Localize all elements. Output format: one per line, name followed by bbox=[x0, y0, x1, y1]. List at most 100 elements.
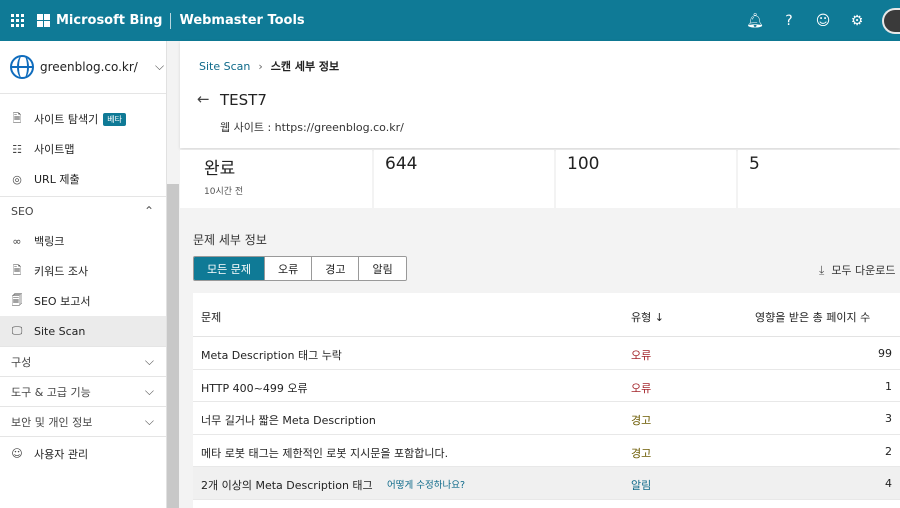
table-row[interactable]: 2개 이상의 Meta Description 태그 어떻게 수정하나요? 알림… bbox=[193, 467, 900, 500]
filter-notices[interactable]: 알림 bbox=[358, 257, 406, 280]
how-to-fix-link[interactable]: 어떻게 수정하나요? bbox=[387, 477, 465, 491]
issue-name[interactable]: HTTP 400~499 오류 bbox=[201, 380, 308, 396]
smiley-icon[interactable]: ☺ bbox=[806, 13, 840, 29]
sidebar-item-url-submit[interactable]: ◎ URL 제출 bbox=[0, 164, 166, 194]
sidebar: greenblog.co.kr/ ⌵ 🗎︎ 사이트 탐색기 베타 ☷ 사이트맵 … bbox=[0, 41, 167, 508]
section-seo[interactable]: SEO ⌃ bbox=[0, 196, 166, 226]
issue-type: 오류 bbox=[631, 381, 652, 395]
table-row[interactable]: 메타 로봇 태그는 제한적인 로봇 지시문을 포함합니다. 경고 2 bbox=[193, 435, 900, 467]
sidebar-item-label: 키워드 조사 bbox=[34, 265, 89, 278]
download-icon: ⤓ bbox=[819, 262, 825, 277]
chevron-down-icon[interactable]: ⌵ bbox=[145, 414, 154, 429]
sidebar-item-user-management[interactable]: ☺ 사용자 관리 bbox=[0, 436, 166, 470]
section-label: SEO bbox=[11, 205, 34, 218]
col-type[interactable]: 유형 ↓ bbox=[631, 309, 664, 325]
breadcrumb-site-scan-link[interactable]: Site Scan bbox=[199, 60, 250, 73]
stat-1: 644 bbox=[374, 150, 554, 208]
chevron-down-icon[interactable]: ⌵ bbox=[155, 59, 166, 74]
issues-section-title: 문제 세부 정보 bbox=[193, 233, 267, 247]
chevron-down-icon[interactable]: ⌵ bbox=[145, 384, 154, 399]
brand-divider bbox=[170, 12, 172, 29]
issue-pages: 1 bbox=[885, 379, 892, 393]
section-security[interactable]: 보안 및 개인 정보 ⌵ bbox=[0, 406, 166, 436]
filter-warnings[interactable]: 경고 bbox=[311, 257, 359, 280]
beta-badge: 베타 bbox=[103, 112, 126, 126]
table-row[interactable]: 너무 길거나 짧은 Meta Description 경고 3 bbox=[193, 402, 900, 435]
col-issue[interactable]: 문제 bbox=[201, 309, 221, 325]
report-icon: 🗐︎ bbox=[11, 293, 23, 307]
section-label: 도구 & 고급 기능 bbox=[11, 385, 91, 399]
sidebar-item-keyword-research[interactable]: 🗎︎ 키워드 조사 bbox=[0, 256, 166, 286]
avatar[interactable] bbox=[882, 7, 900, 34]
sidebar-item-label: SEO 보고서 bbox=[34, 295, 91, 308]
microsoft-logo-icon bbox=[37, 14, 50, 27]
breadcrumb: Site Scan › 스캔 세부 정보 bbox=[199, 58, 339, 74]
filter-errors[interactable]: 오류 bbox=[263, 257, 312, 280]
bell-icon[interactable]: 🔔︎ bbox=[738, 13, 772, 29]
issue-type: 경고 bbox=[631, 414, 652, 427]
stat-3: 5 bbox=[738, 150, 900, 208]
back-arrow-icon[interactable]: ← bbox=[197, 90, 210, 108]
sidebar-item-label: 사이트 탐색기 bbox=[34, 113, 99, 126]
gear-icon[interactable]: ⚙ bbox=[840, 13, 874, 29]
scan-header: Site Scan › 스캔 세부 정보 ← TEST7 웹 사이트 : htt… bbox=[180, 41, 900, 148]
sidebar-item-seo-reports[interactable]: 🗐︎ SEO 보고서 bbox=[0, 286, 166, 316]
website-url: 웹 사이트 : https://greenblog.co.kr/ bbox=[220, 121, 404, 134]
issue-name[interactable]: 2개 이상의 Meta Description 태그 bbox=[201, 477, 373, 493]
breadcrumb-current: 스캔 세부 정보 bbox=[270, 60, 340, 73]
sidebar-item-label: Site Scan bbox=[34, 324, 86, 338]
sidebar-scrollbar[interactable] bbox=[167, 184, 179, 508]
chevron-up-icon[interactable]: ⌃ bbox=[144, 204, 154, 218]
sort-down-icon[interactable]: ↓ bbox=[655, 311, 664, 324]
issue-name[interactable]: Meta Description 태그 누락 bbox=[201, 347, 342, 363]
help-icon[interactable]: ? bbox=[772, 13, 806, 29]
stat-value: 5 bbox=[749, 154, 760, 174]
sidebar-item-label: 사이트맵 bbox=[34, 143, 75, 156]
stat-value: 644 bbox=[385, 154, 418, 174]
stats-row: 완료 10시간 전 644 100 5 bbox=[180, 150, 900, 208]
sitemap-icon: ☷ bbox=[12, 142, 22, 156]
chevron-down-icon[interactable]: ⌵ bbox=[145, 354, 154, 369]
section-label: 구성 bbox=[11, 355, 32, 369]
sidebar-item-label: 백링크 bbox=[34, 235, 65, 248]
sidebar-item-label: URL 제출 bbox=[34, 173, 80, 186]
stat-status: 완료 10시간 전 bbox=[180, 150, 372, 208]
sidebar-item-sitemap[interactable]: ☷ 사이트맵 bbox=[0, 134, 166, 164]
issue-type: 오류 bbox=[631, 349, 652, 362]
sidebar-item-site-explorer[interactable]: 🗎︎ 사이트 탐색기 베타 bbox=[0, 104, 166, 134]
table-header: 문제 유형 ↓ 영향을 받은 총 페이지 수 bbox=[193, 293, 900, 337]
sidebar-item-backlinks[interactable]: ∞ 백링크 bbox=[0, 226, 166, 256]
col-pages[interactable]: 영향을 받은 총 페이지 수 bbox=[755, 309, 870, 325]
product-name[interactable]: Webmaster Tools bbox=[179, 13, 304, 28]
issue-pages: 2 bbox=[885, 444, 892, 458]
site-name: greenblog.co.kr/ bbox=[40, 60, 138, 74]
top-icons: 🔔︎ ? ☺ ⚙ bbox=[738, 0, 900, 41]
filter-all[interactable]: 모든 문제 bbox=[194, 257, 264, 280]
download-all-label: 모두 다운로드 bbox=[831, 264, 896, 277]
col-type-label: 유형 bbox=[631, 311, 652, 324]
section-config[interactable]: 구성 ⌵ bbox=[0, 346, 166, 376]
issue-pages: 3 bbox=[885, 412, 892, 425]
section-tools[interactable]: 도구 & 고급 기능 ⌵ bbox=[0, 376, 166, 406]
brand-name[interactable]: Microsoft Bing bbox=[56, 13, 162, 28]
sidebar-item-site-scan[interactable]: 🖵︎ Site Scan bbox=[0, 316, 166, 346]
download-all-button[interactable]: ⤓ 모두 다운로드 bbox=[819, 262, 896, 278]
issue-pages: 4 bbox=[885, 477, 892, 490]
link-icon: ∞ bbox=[12, 234, 22, 248]
globe-icon bbox=[10, 55, 34, 79]
table-row[interactable]: HTTP 400~499 오류 오류 1 bbox=[193, 370, 900, 402]
document-icon: 🗎︎ bbox=[12, 263, 22, 277]
page-title: TEST7 bbox=[220, 91, 267, 109]
issue-type: 알림 bbox=[631, 479, 652, 492]
stat-status-time: 10시간 전 bbox=[204, 187, 244, 197]
user-icon: ☺ bbox=[11, 447, 23, 460]
table-row[interactable]: Meta Description 태그 누락 오류 99 bbox=[193, 337, 900, 370]
main-content: Site Scan › 스캔 세부 정보 ← TEST7 웹 사이트 : htt… bbox=[180, 41, 900, 508]
issues-table: 문제 유형 ↓ 영향을 받은 총 페이지 수 Meta Description … bbox=[193, 293, 900, 508]
issue-filter-tabs: 모든 문제 오류 경고 알림 bbox=[193, 256, 407, 281]
issue-name[interactable]: 너무 길거나 짧은 Meta Description bbox=[201, 412, 376, 428]
site-selector[interactable]: greenblog.co.kr/ ⌵ bbox=[0, 41, 166, 94]
globe-icon: ◎ bbox=[12, 172, 22, 186]
issue-name[interactable]: 메타 로봇 태그는 제한적인 로봇 지시문을 포함합니다. bbox=[201, 445, 448, 461]
waffle-icon[interactable] bbox=[11, 13, 25, 28]
